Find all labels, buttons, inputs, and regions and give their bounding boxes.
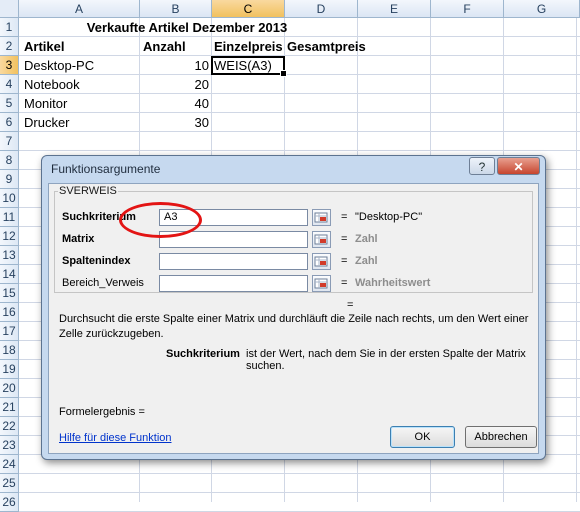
arg-hint-bereich-verweis: Wahrheitswert (355, 277, 431, 289)
arg-equals-3: = (341, 255, 348, 267)
row-header-11[interactable]: 11 (0, 208, 19, 227)
bereich-verweis-input[interactable] (159, 275, 308, 292)
dialog-body: SVERWEIS Suchkriterium A3 = "Desktop-PC"… (48, 183, 539, 454)
row-header-18[interactable]: 18 (0, 341, 19, 360)
row-header-6[interactable]: 6 (0, 113, 19, 132)
sheet-title[interactable]: Verkaufte Artikel Dezember 2013 (22, 18, 352, 37)
fill-handle[interactable] (280, 70, 287, 77)
select-all-corner[interactable] (0, 0, 19, 18)
active-cell-content: WEIS(A3) (214, 58, 272, 73)
dialog-titlebar[interactable]: Funktionsargumente ? ✕ (42, 156, 545, 183)
arg-equals-2: = (341, 233, 348, 245)
help-title-button[interactable]: ? (469, 157, 495, 175)
dialog-title: Funktionsargumente (51, 162, 161, 176)
row-header-21[interactable]: 21 (0, 398, 19, 417)
column-header-g[interactable]: G (504, 0, 580, 18)
row-header-12[interactable]: 12 (0, 227, 19, 246)
range-select-icon (314, 278, 328, 289)
row-header-19[interactable]: 19 (0, 360, 19, 379)
row-header-24[interactable]: 24 (0, 455, 19, 474)
suchkriterium-input[interactable]: A3 (159, 209, 308, 226)
column-header-d[interactable]: D (285, 0, 358, 18)
row-header-23[interactable]: 23 (0, 436, 19, 455)
arg-label-bereich-verweis: Bereich_Verweis (62, 277, 144, 289)
row-header-8[interactable]: 8 (0, 151, 19, 170)
arg-hint-spaltenindex: Zahl (355, 255, 378, 267)
arg-equals-4: = (341, 277, 348, 289)
column-header-e[interactable]: E (358, 0, 431, 18)
matrix-input[interactable] (159, 231, 308, 248)
row-header-1[interactable]: 1 (0, 18, 19, 37)
cell-a4[interactable]: Notebook (24, 75, 80, 94)
range-select-icon (314, 234, 328, 245)
row-header-10[interactable]: 10 (0, 189, 19, 208)
row-header-26[interactable]: 26 (0, 493, 19, 512)
active-cell-c3[interactable]: WEIS(A3) (211, 56, 287, 77)
cell-b3[interactable]: 10 (140, 56, 209, 75)
function-name: SVERWEIS (58, 185, 118, 197)
spaltenindex-input[interactable] (159, 253, 308, 270)
row-header-20[interactable]: 20 (0, 379, 19, 398)
function-result-equals: = (347, 299, 354, 311)
close-button[interactable]: ✕ (497, 157, 540, 175)
function-arguments-dialog: Funktionsargumente ? ✕ SVERWEIS Suchkrit… (41, 155, 546, 460)
row-header-2[interactable]: 2 (0, 37, 19, 56)
cell-a5[interactable]: Monitor (24, 94, 67, 113)
arg-equals-1: = (341, 211, 348, 223)
cell-a6[interactable]: Drucker (24, 113, 70, 132)
formula-result: Formelergebnis = (59, 406, 145, 418)
column-header-b[interactable]: B (140, 0, 212, 18)
function-description: Durchsucht die erste Spalte einer Matrix… (59, 313, 529, 340)
arg-result-suchkriterium: "Desktop-PC" (355, 211, 423, 223)
row-header-22[interactable]: 22 (0, 417, 19, 436)
help-icon: ? (478, 160, 486, 174)
cell-a3[interactable]: Desktop-PC (24, 56, 94, 75)
column-header-f[interactable]: F (431, 0, 504, 18)
arg-label-suchkriterium: Suchkriterium (62, 211, 136, 223)
cancel-button[interactable]: Abbrechen (465, 426, 537, 448)
cell-b6[interactable]: 30 (140, 113, 209, 132)
row-header-9[interactable]: 9 (0, 170, 19, 189)
collapse-dialog-button-2[interactable] (312, 231, 331, 248)
close-icon: ✕ (513, 160, 524, 174)
current-arg-description: ist der Wert, nach dem Sie in der ersten… (246, 348, 526, 372)
range-select-icon (314, 256, 328, 267)
header-gesamtpreis[interactable]: Gesamtpreis (287, 37, 366, 56)
row-header-5[interactable]: 5 (0, 94, 19, 113)
help-link[interactable]: Hilfe für diese Funktion (59, 432, 172, 444)
row-header-25[interactable]: 25 (0, 474, 19, 493)
current-arg-name: Suchkriterium (166, 348, 240, 360)
collapse-dialog-button-1[interactable] (312, 209, 331, 226)
arg-label-spaltenindex: Spaltenindex (62, 255, 131, 267)
header-anzahl[interactable]: Anzahl (143, 37, 186, 56)
cell-b5[interactable]: 40 (140, 94, 209, 113)
column-header-a[interactable]: A (19, 0, 140, 18)
range-select-icon (314, 212, 328, 223)
header-einzelpreis[interactable]: Einzelpreis (214, 37, 283, 56)
arg-label-matrix: Matrix (62, 233, 95, 245)
collapse-dialog-button-3[interactable] (312, 253, 331, 270)
collapse-dialog-button-4[interactable] (312, 275, 331, 292)
row-header-4[interactable]: 4 (0, 75, 19, 94)
cell-b4[interactable]: 20 (140, 75, 209, 94)
ok-button[interactable]: OK (390, 426, 455, 448)
arg-hint-matrix: Zahl (355, 233, 378, 245)
header-artikel[interactable]: Artikel (24, 37, 64, 56)
row-header-7[interactable]: 7 (0, 132, 19, 151)
row-header-13[interactable]: 13 (0, 246, 19, 265)
row-header-3[interactable]: 3 (0, 56, 19, 75)
row-header-17[interactable]: 17 (0, 322, 19, 341)
column-header-c[interactable]: C (212, 0, 285, 18)
row-header-14[interactable]: 14 (0, 265, 19, 284)
row-header-16[interactable]: 16 (0, 303, 19, 322)
row-header-15[interactable]: 15 (0, 284, 19, 303)
